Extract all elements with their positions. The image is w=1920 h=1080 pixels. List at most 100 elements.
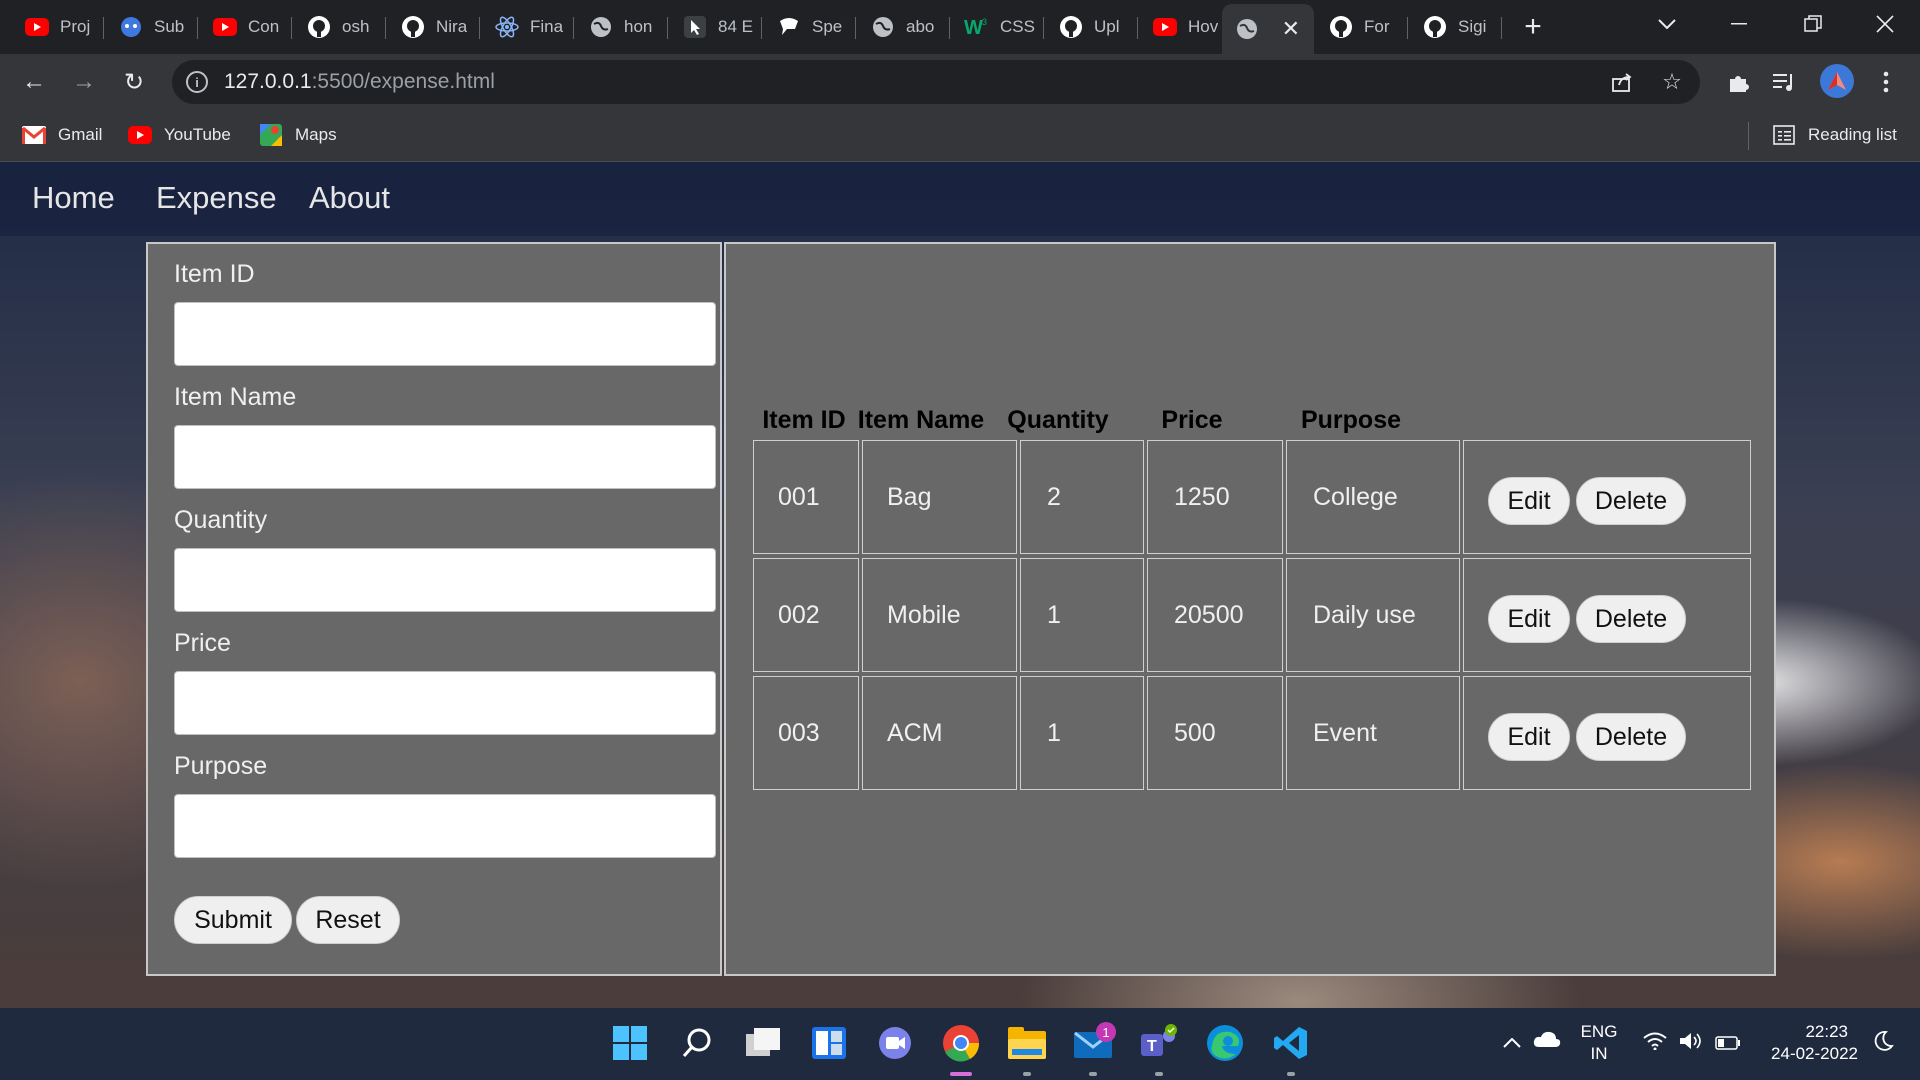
bookmark-youtube[interactable]: YouTube	[128, 120, 231, 150]
url-text[interactable]: 127.0.0.1:5500/expense.html	[224, 70, 495, 94]
nav-home[interactable]: Home	[32, 180, 115, 216]
header-purpose: Purpose	[1300, 406, 1402, 434]
table-cell: Daily use	[1286, 558, 1460, 672]
cursor-icon	[682, 14, 708, 40]
reading-list[interactable]: Reading list	[1772, 120, 1897, 150]
nav-expense[interactable]: Expense	[156, 180, 277, 216]
delete-button[interactable]: Delete	[1576, 713, 1686, 761]
globe-icon	[588, 14, 614, 40]
close-window-icon[interactable]	[1850, 0, 1920, 48]
minimize-icon[interactable]	[1704, 0, 1774, 48]
tab-1[interactable]: Sub	[106, 8, 198, 46]
widgets-icon[interactable]	[806, 1020, 852, 1066]
gmail-icon	[22, 123, 46, 147]
tab-12[interactable]: Hov	[1140, 8, 1232, 46]
edit-button[interactable]: Edit	[1488, 477, 1570, 525]
youtube-icon	[212, 14, 238, 40]
forward-icon[interactable]: →	[66, 64, 102, 100]
site-info-icon[interactable]: i	[186, 71, 208, 93]
profile-avatar[interactable]	[1820, 64, 1854, 98]
mail-badge: 1	[1096, 1022, 1116, 1042]
tab-15[interactable]: Sigi	[1410, 8, 1502, 46]
actions-cell: Edit Delete	[1463, 440, 1751, 554]
reload-icon[interactable]: ↻	[116, 64, 152, 100]
tab-2[interactable]: Con	[200, 8, 292, 46]
tab-9[interactable]: abo	[858, 8, 950, 46]
teams-icon[interactable]: T	[1136, 1020, 1182, 1066]
quantity-input[interactable]	[174, 548, 716, 612]
chrome-icon[interactable]	[938, 1020, 984, 1066]
active-app-indicator	[950, 1072, 972, 1076]
wifi-icon[interactable]	[1642, 1032, 1668, 1056]
nav-about[interactable]: About	[309, 180, 390, 216]
youtube-icon	[128, 123, 152, 147]
tab-4[interactable]: Nira	[388, 8, 480, 46]
tab-6[interactable]: hon	[576, 8, 668, 46]
item-id-input[interactable]	[174, 302, 716, 366]
tab-11[interactable]: Upl	[1046, 8, 1138, 46]
header-item-name: Item Name	[857, 406, 985, 434]
reading-list-icon	[1772, 123, 1796, 147]
task-view-icon[interactable]	[740, 1020, 786, 1066]
item-name-input[interactable]	[174, 425, 716, 489]
close-tab-icon[interactable]: ✕	[1282, 16, 1300, 42]
address-bar[interactable]: i 127.0.0.1:5500/expense.html ☆	[172, 60, 1700, 104]
search-icon[interactable]	[674, 1020, 720, 1066]
battery-icon[interactable]	[1714, 1034, 1742, 1056]
file-explorer-icon[interactable]	[1004, 1020, 1050, 1066]
edge-icon[interactable]	[1202, 1020, 1248, 1066]
table-cell: 20500	[1147, 558, 1283, 672]
tab-strip: Proj Sub Con osh Nira Fina hon 84 E Spe …	[0, 0, 1920, 54]
show-hidden-icons-icon[interactable]	[1500, 1032, 1524, 1054]
tab-7[interactable]: 84 E	[670, 8, 762, 46]
notifications-moon-icon[interactable]	[1870, 1030, 1896, 1058]
table-cell: 1	[1020, 676, 1144, 790]
purpose-label: Purpose	[174, 752, 268, 780]
w3-icon: W3	[964, 14, 990, 40]
price-label: Price	[174, 629, 231, 657]
tab-active[interactable]: ✕	[1222, 4, 1314, 54]
tab-14[interactable]: For	[1316, 8, 1408, 46]
reset-button[interactable]: Reset	[296, 896, 400, 944]
react-icon	[494, 14, 520, 40]
tab-5[interactable]: Fina	[482, 8, 574, 46]
item-id-label: Item ID	[174, 260, 255, 288]
more-menu-icon[interactable]	[1868, 64, 1904, 100]
windows-taskbar: 1 T ENG IN 22:23 24-02-2022	[0, 1008, 1920, 1080]
onedrive-icon[interactable]	[1530, 1030, 1564, 1054]
restore-icon[interactable]	[1778, 0, 1848, 48]
purpose-input[interactable]	[174, 794, 716, 858]
globe-icon	[870, 14, 896, 40]
bookmark-star-icon[interactable]: ☆	[1658, 68, 1686, 96]
edit-button[interactable]: Edit	[1488, 713, 1570, 761]
tab-3[interactable]: osh	[294, 8, 386, 46]
bookmarks-bar: Gmail YouTube Maps Reading list	[0, 110, 1920, 162]
start-icon[interactable]	[607, 1020, 653, 1066]
language-indicator[interactable]: ENG IN	[1574, 1021, 1624, 1065]
item-name-label: Item Name	[174, 383, 297, 411]
tab-search-icon[interactable]	[1632, 0, 1702, 48]
share-icon[interactable]	[1608, 68, 1636, 96]
media-queue-icon[interactable]	[1766, 64, 1802, 100]
volume-icon[interactable]	[1678, 1032, 1704, 1056]
header-item-id: Item ID	[762, 406, 846, 434]
edit-button[interactable]: Edit	[1488, 595, 1570, 643]
price-input[interactable]	[174, 671, 716, 735]
teams-chat-icon[interactable]	[872, 1020, 918, 1066]
vscode-icon[interactable]	[1268, 1020, 1314, 1066]
clock[interactable]: 22:23 24-02-2022	[1758, 1021, 1858, 1065]
github-icon	[400, 14, 426, 40]
tab-10[interactable]: W3 CSS	[952, 8, 1044, 46]
delete-button[interactable]: Delete	[1576, 477, 1686, 525]
delete-button[interactable]: Delete	[1576, 595, 1686, 643]
bookmark-maps[interactable]: Maps	[259, 120, 337, 150]
new-tab-button[interactable]: +	[1518, 8, 1548, 46]
table-cell: Bag	[862, 440, 1017, 554]
back-icon[interactable]: ←	[16, 64, 52, 100]
tab-0[interactable]: Proj	[12, 8, 104, 46]
extensions-icon[interactable]	[1720, 64, 1756, 100]
tab-8[interactable]: Spe	[764, 8, 856, 46]
expense-table-panel: Item ID Item Name Quantity Price Purpose…	[724, 242, 1776, 976]
bookmark-gmail[interactable]: Gmail	[22, 120, 102, 150]
submit-button[interactable]: Submit	[174, 896, 292, 944]
